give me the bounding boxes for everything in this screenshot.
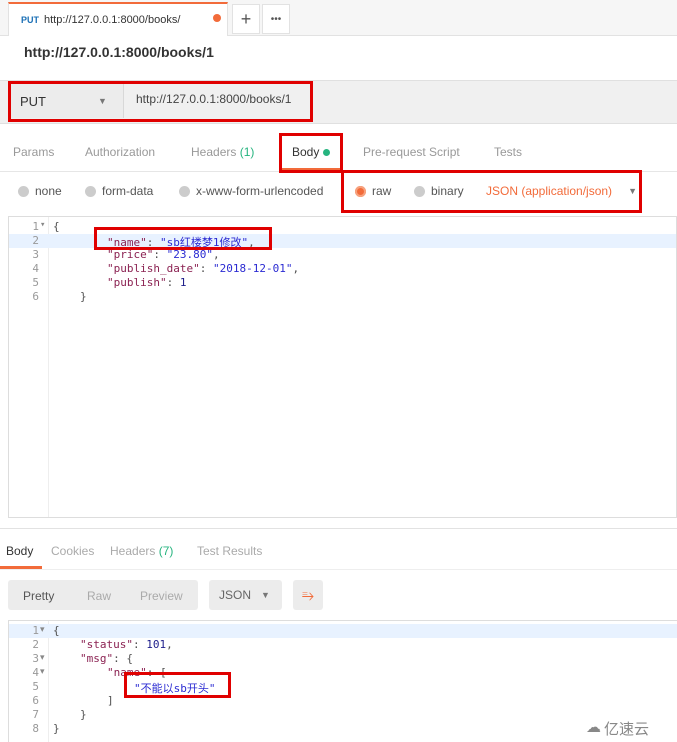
chevron-down-icon: ▼ (261, 590, 270, 600)
radio-label: none (35, 184, 62, 198)
code-line: ] (107, 694, 114, 707)
highlight-box (124, 672, 231, 698)
line-number: 2 (32, 234, 39, 247)
code-line: "publish_date": "2018-12-01", (107, 262, 299, 275)
code-line: } (53, 722, 60, 735)
code-token: } (80, 290, 87, 303)
watermark-logo: ☁ 亿速云 (586, 718, 649, 739)
resp-tab-test-results[interactable]: Test Results (197, 544, 262, 558)
request-title: http://127.0.0.1:8000/books/1 (24, 44, 214, 60)
response-body-viewer: 1 ▾{2 "status": 101, 3 ▾ "msg": {4 ▾ "name": [5… (8, 620, 677, 742)
code-token: { (53, 624, 60, 637)
line-number: 4 (32, 262, 39, 275)
code-line: } (80, 708, 87, 721)
tab-prerequest[interactable]: Pre-request Script (363, 145, 460, 159)
highlight-box (8, 81, 313, 122)
line-number: 8 (32, 722, 39, 735)
headers-count: (1) (239, 145, 255, 159)
line-number: 3 (32, 248, 39, 261)
line-number: 6 (32, 694, 39, 707)
code-token: "msg" (80, 652, 114, 665)
tab-params[interactable]: Params (13, 145, 54, 159)
code-token: : { (113, 652, 133, 665)
code-token: : (199, 262, 213, 275)
code-token: { (53, 220, 60, 233)
radio-label: form-data (102, 184, 154, 198)
line-number: 1 (32, 624, 39, 637)
line-number: 5 (32, 680, 39, 693)
line-number: 5 (32, 276, 39, 289)
code-token: ] (107, 694, 114, 707)
line-number: 7 (32, 708, 39, 721)
code-line: "status": 101, (80, 638, 173, 651)
code-line: } (80, 290, 87, 303)
code-line: { (53, 220, 60, 233)
tab-tests[interactable]: Tests (494, 145, 522, 159)
code-line: "publish": 1 (107, 276, 186, 289)
code-token: "2018-12-01" (212, 262, 293, 275)
resp-headers-count: (7) (158, 544, 174, 558)
more-tabs-button[interactable]: ••• (262, 4, 290, 34)
format-value: JSON (219, 588, 252, 602)
code-token: 1 (179, 276, 187, 289)
divider (0, 528, 677, 529)
request-tab[interactable]: PUT http://127.0.0.1:8000/books/ (8, 2, 228, 36)
fold-arrow-icon[interactable]: ▾ (40, 220, 45, 230)
watermark-text: 亿速云 (604, 721, 650, 738)
code-token: : (166, 276, 180, 289)
active-line (9, 624, 677, 638)
unsaved-dot-icon (213, 14, 221, 22)
radio-icon (18, 185, 29, 197)
code-token: "status" (80, 638, 133, 651)
wrap-lines-icon[interactable]: ⥱ (293, 580, 323, 610)
tab-headers-label: Headers (191, 145, 237, 159)
code-token: 101 (146, 638, 167, 651)
radio-none[interactable]: none (18, 184, 62, 198)
code-token: , (292, 262, 300, 275)
tab-headers[interactable]: Headers (1) (191, 145, 254, 159)
code-token: "publish_date" (107, 262, 200, 275)
highlight-box (94, 227, 272, 250)
radio-icon (85, 185, 96, 197)
code-token: } (80, 708, 87, 721)
code-token: : (132, 638, 147, 651)
radio-icon (179, 185, 190, 197)
divider (0, 569, 677, 570)
tab-authorization[interactable]: Authorization (85, 145, 155, 159)
tab-url: http://127.0.0.1:8000/books/ (44, 14, 181, 26)
line-number: 3 (32, 652, 39, 665)
cloud-icon: ☁ (586, 719, 601, 736)
radio-urlencoded[interactable]: x-www-form-urlencoded (179, 184, 323, 198)
preview-button[interactable]: Preview (140, 589, 183, 603)
code-token: , (166, 638, 173, 651)
radio-form-data[interactable]: form-data (85, 184, 153, 198)
line-number: 6 (32, 290, 39, 303)
request-body-editor[interactable]: 1 ▾{2 "name": "sb红楼梦1修改", 3 "price": "23.80"… (8, 216, 677, 518)
highlight-box (279, 133, 343, 173)
new-tab-button[interactable]: + (232, 4, 260, 34)
code-token: "publish" (107, 276, 167, 289)
format-select[interactable]: JSON ▼ (209, 580, 282, 610)
fold-arrow-icon[interactable]: ▾ (40, 652, 45, 663)
code-line: "msg": { (80, 652, 133, 665)
code-token: } (53, 722, 60, 735)
tab-method: PUT (21, 15, 39, 25)
resp-tab-headers[interactable]: Headers (7) (110, 544, 173, 558)
raw-button[interactable]: Raw (87, 589, 111, 603)
fold-arrow-icon[interactable]: ▾ (40, 666, 45, 677)
line-number: 1 (32, 220, 39, 233)
resp-headers-label: Headers (110, 544, 156, 558)
radio-label: x-www-form-urlencoded (196, 184, 324, 198)
highlight-box (341, 170, 642, 213)
line-number: 2 (32, 638, 39, 651)
pretty-button[interactable]: Pretty (23, 589, 54, 603)
resp-tab-cookies[interactable]: Cookies (51, 544, 94, 558)
resp-tab-body[interactable]: Body (6, 544, 33, 558)
line-number: 4 (32, 666, 39, 679)
code-line: { (53, 624, 60, 637)
fold-arrow-icon[interactable]: ▾ (40, 624, 45, 635)
